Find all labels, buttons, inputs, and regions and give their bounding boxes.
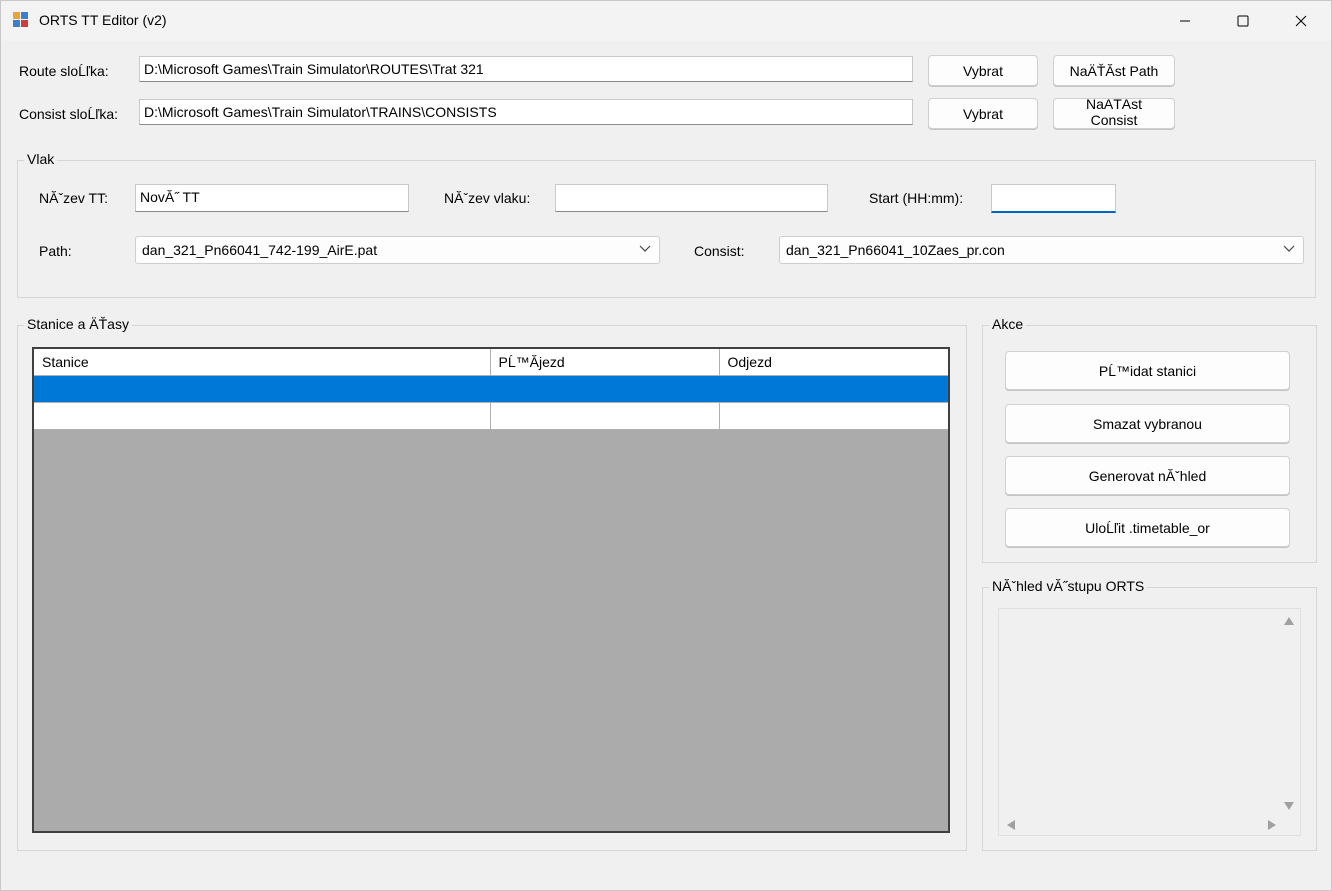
horizontal-scrollbar[interactable] bbox=[1000, 814, 1281, 834]
consist-folder-label: Consist sloĹľka: bbox=[19, 106, 119, 122]
add-station-button[interactable]: PĹ™idat stanici bbox=[1005, 351, 1290, 390]
departure-cell[interactable] bbox=[719, 375, 948, 403]
consist-label: Consist: bbox=[694, 243, 745, 259]
tt-name-input[interactable]: NovĂ˝ TT bbox=[135, 184, 409, 212]
maximize-icon bbox=[1237, 15, 1249, 27]
generate-preview-button[interactable]: Generovat nĂˇhled bbox=[1005, 456, 1290, 495]
chevron-down-icon bbox=[639, 245, 651, 252]
main-window: ORTS TT Editor (v2) Route sloĹľka: D:\Mi… bbox=[0, 0, 1332, 891]
arrival-cell[interactable] bbox=[490, 402, 720, 430]
train-name-input[interactable] bbox=[555, 184, 828, 212]
load-consist-button-label: NaÄŤĂst Consist bbox=[1085, 98, 1142, 128]
consist-select-value: dan_321_Pn66041_10Zaes_pr.con bbox=[786, 242, 1005, 258]
arrival-cell[interactable] bbox=[490, 375, 720, 403]
actions-group-title: Akce bbox=[989, 316, 1027, 332]
route-folder-label: Route sloĹľka: bbox=[19, 63, 109, 79]
column-header-departure[interactable]: Odjezd bbox=[719, 349, 948, 376]
minimize-icon bbox=[1180, 20, 1190, 22]
path-select-value: dan_321_Pn66041_742-199_AirE.pat bbox=[142, 242, 378, 258]
start-time-label: Start (HH:mm): bbox=[869, 190, 964, 206]
train-name-label: NĂˇzev vlaku: bbox=[444, 190, 531, 206]
vertical-scrollbar[interactable] bbox=[1279, 610, 1299, 815]
app-icon bbox=[13, 12, 29, 28]
minimize-button[interactable] bbox=[1156, 1, 1214, 41]
delete-selected-button[interactable]: Smazat vybranou bbox=[1005, 404, 1290, 443]
scroll-left-icon bbox=[1007, 820, 1015, 830]
train-group: Vlak bbox=[17, 151, 1316, 298]
tt-name-label: NĂˇzev TT: bbox=[39, 190, 108, 206]
select-consist-button[interactable]: Vybrat bbox=[928, 98, 1038, 129]
close-icon bbox=[1295, 15, 1307, 27]
scroll-right-icon bbox=[1268, 820, 1276, 830]
save-timetable-button[interactable]: UloĹľit .timetable_or bbox=[1005, 508, 1290, 547]
scroll-down-icon bbox=[1284, 802, 1294, 810]
scroll-up-icon bbox=[1284, 617, 1294, 625]
stations-group-title: Stanice a ÄŤasy bbox=[24, 316, 132, 332]
stations-grid[interactable]: Stanice PĹ™Ă­jezd Odjezd bbox=[32, 347, 950, 833]
column-header-station[interactable]: Stanice bbox=[34, 349, 491, 376]
title-bar: ORTS TT Editor (v2) bbox=[1, 1, 1331, 41]
preview-textarea[interactable] bbox=[998, 608, 1301, 836]
select-route-button[interactable]: Vybrat bbox=[928, 55, 1038, 86]
station-cell[interactable] bbox=[34, 375, 491, 403]
client-area: Route sloĹľka: D:\Microsoft Games\Train … bbox=[1, 41, 1331, 890]
station-cell[interactable] bbox=[34, 402, 491, 430]
preview-group-title: NĂˇhled vĂ˝stupu ORTS bbox=[989, 578, 1148, 594]
departure-cell[interactable] bbox=[719, 402, 948, 430]
grid-header-row: Stanice PĹ™Ă­jezd Odjezd bbox=[34, 349, 948, 376]
start-time-input[interactable] bbox=[991, 184, 1116, 213]
train-group-title: Vlak bbox=[24, 151, 58, 167]
path-select[interactable]: dan_321_Pn66041_742-199_AirE.pat bbox=[135, 236, 660, 264]
load-path-button[interactable]: NaÄŤĂst Path bbox=[1053, 55, 1175, 86]
consist-select[interactable]: dan_321_Pn66041_10Zaes_pr.con bbox=[779, 236, 1304, 264]
column-header-arrival[interactable]: PĹ™Ă­jezd bbox=[490, 349, 720, 376]
route-folder-input[interactable]: D:\Microsoft Games\Train Simulator\ROUTE… bbox=[139, 56, 913, 82]
consist-folder-input[interactable]: D:\Microsoft Games\Train Simulator\TRAIN… bbox=[139, 99, 913, 125]
table-row[interactable] bbox=[34, 402, 948, 430]
maximize-button[interactable] bbox=[1214, 1, 1272, 41]
path-label: Path: bbox=[39, 243, 72, 259]
load-consist-button[interactable]: NaÄŤĂst Consist bbox=[1053, 98, 1175, 129]
chevron-down-icon bbox=[1283, 245, 1295, 252]
close-button[interactable] bbox=[1272, 1, 1330, 41]
window-title: ORTS TT Editor (v2) bbox=[39, 12, 167, 28]
table-row[interactable] bbox=[34, 375, 948, 403]
